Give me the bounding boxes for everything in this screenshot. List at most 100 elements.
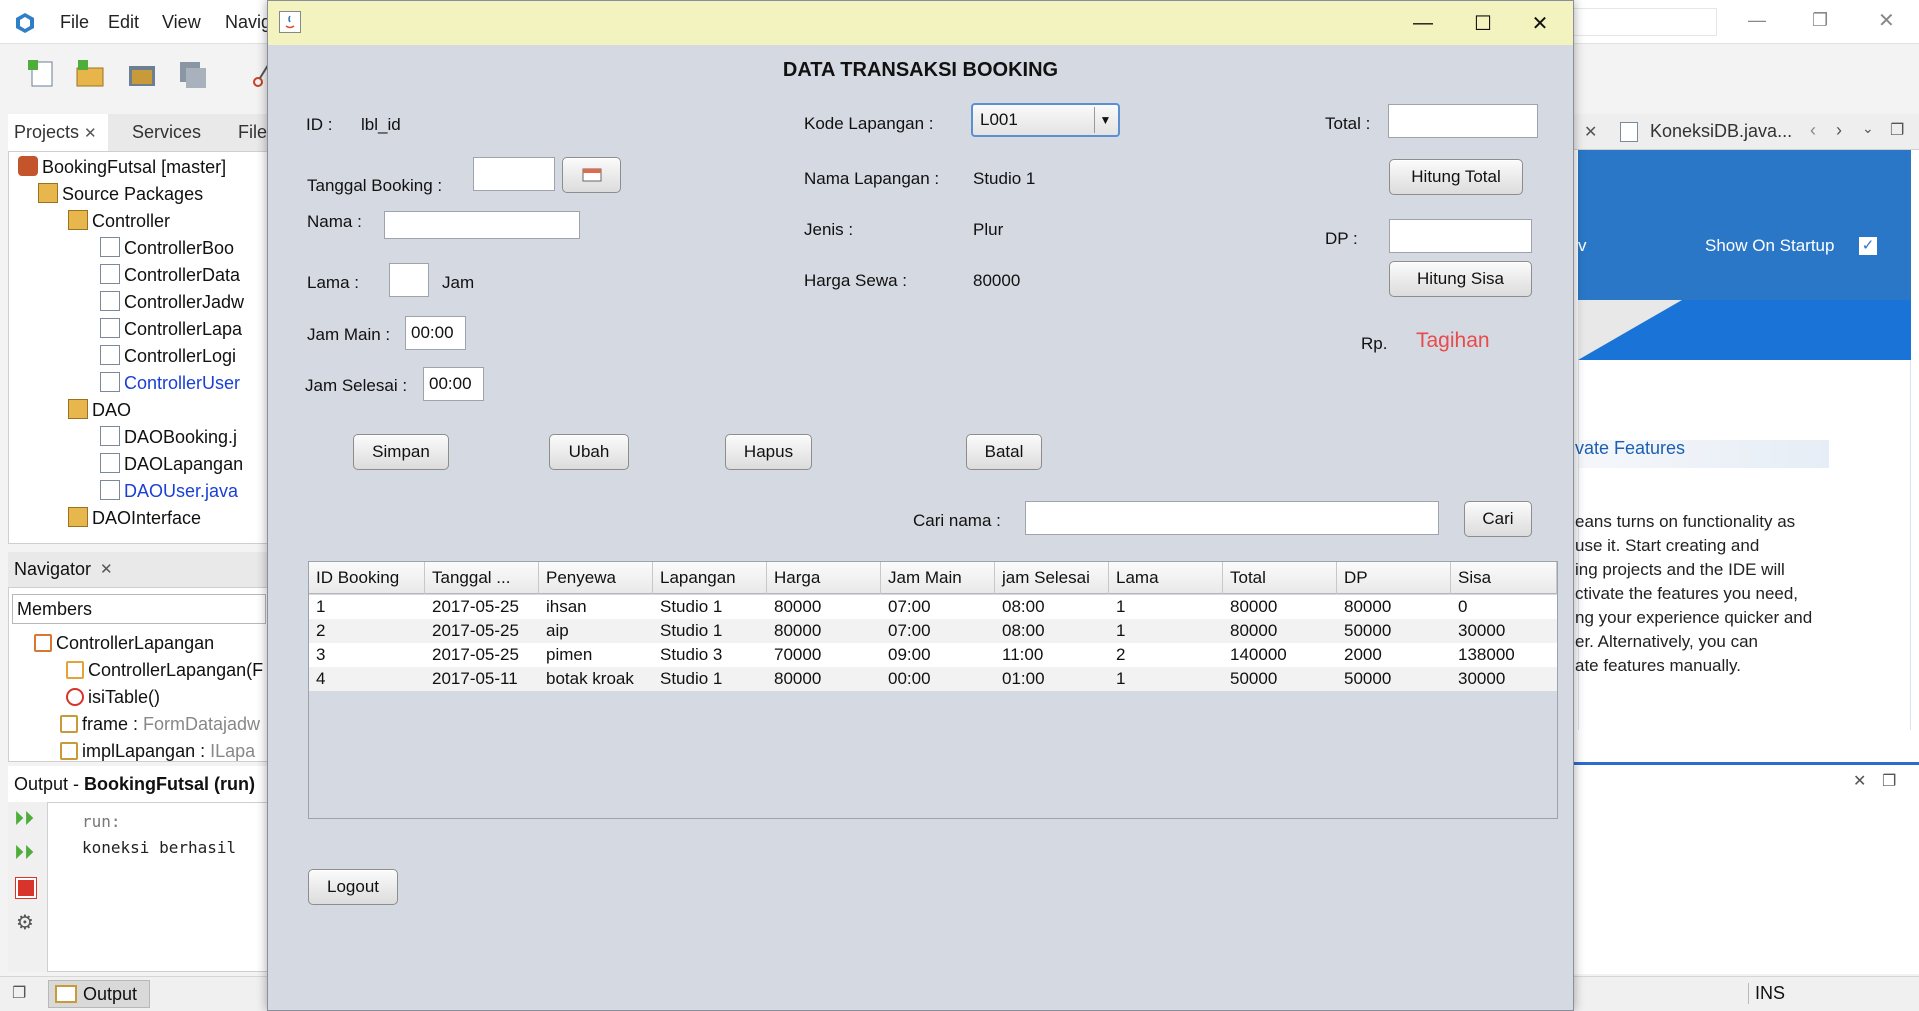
close-icon[interactable]: ✕ [1584,122,1597,142]
table-row[interactable]: 4 2017-05-11 botak kroak Studio 1 80000 00:00… [309,667,1557,691]
output-tab[interactable]: Output [48,980,150,1008]
ide-close-icon[interactable]: ✕ [1878,8,1895,33]
tree-item-label: ControllerLapa [124,319,243,339]
tree-item-label: Controller [92,211,171,231]
column-header[interactable]: Harga [767,562,881,594]
maximize-icon[interactable]: ❐ [1890,120,1904,140]
ubah-button[interactable]: Ubah [549,434,629,470]
column-header[interactable]: Lama [1109,562,1223,594]
tab-projects[interactable]: Projects ✕ [8,114,108,151]
tree-item[interactable]: ControllerData [100,262,240,288]
close-icon[interactable]: ✕ [84,125,97,142]
column-header[interactable]: Tanggal ... [425,562,539,594]
tree-item[interactable]: BookingFutsal [master] [18,154,226,180]
method-icon [66,688,84,706]
menu-edit[interactable]: Edit [108,12,139,33]
open-project-icon[interactable] [126,58,158,90]
close-icon[interactable]: ✕ [1505,1,1575,45]
tab-koneksidb[interactable]: KoneksiDB.java... [1650,121,1792,142]
table-cell: 08:00 [1002,621,1045,640]
chevron-down-icon[interactable]: ▼ [1094,107,1116,133]
table-row[interactable]: 3 2017-05-25 pimen Studio 3 70000 09:00 11:00 2… [309,643,1557,667]
batal-button[interactable]: Batal [966,434,1042,470]
new-project-icon[interactable] [74,58,106,90]
rerun-with-params-icon[interactable]: ⏵⏵ [14,842,34,865]
jam-selesai-input[interactable]: 00:00 [423,367,484,401]
close-icon[interactable]: ✕ [100,560,113,578]
kode-lapangan-select[interactable]: L001 ▼ [971,103,1120,137]
table-cell: 140000 [1230,645,1287,664]
simpan-button[interactable]: Simpan [353,434,449,470]
table-cell: Studio 1 [660,669,723,688]
rerun-icon[interactable]: ⏵⏵ [14,808,34,831]
column-header[interactable]: Penyewa [539,562,653,594]
table-cell: 70000 [774,645,822,664]
column-header[interactable]: Jam Main [881,562,995,594]
navigator-item[interactable]: ControllerLapangan [34,630,214,656]
navigator-item[interactable]: implLapangan : ILapa [60,738,255,764]
column-header[interactable]: DP [1337,562,1451,594]
cari-nama-input[interactable] [1025,501,1439,535]
tree-item[interactable]: DAOInterface [68,505,201,531]
total-input[interactable] [1388,104,1538,138]
ide-search-input[interactable] [1572,8,1717,36]
navigator-title: Navigator [14,559,92,579]
column-header[interactable]: Sisa [1451,562,1557,594]
tree-item[interactable]: DAO [68,397,131,423]
nama-input[interactable] [384,211,580,239]
tree-item[interactable]: DAOUser.java [100,478,238,504]
cari-button[interactable]: Cari [1464,501,1532,537]
logout-button[interactable]: Logout [308,869,398,905]
tree-item[interactable]: DAOLapangan [100,451,243,477]
package-icon [68,210,88,230]
jam-main-input[interactable]: 00:00 [405,316,466,350]
close-icon[interactable]: ✕ [1853,771,1866,791]
table-row[interactable]: 1 2017-05-25 ihsan Studio 1 80000 07:00 08:00 1… [309,595,1557,619]
chevron-right-icon[interactable]: › [1836,120,1842,141]
navigator-item[interactable]: frame : FormDatajadw [60,711,260,737]
chevron-left-icon[interactable]: ‹ [1810,120,1816,141]
column-header[interactable]: Lapangan [653,562,767,594]
stop-icon[interactable] [15,877,37,899]
table-cell: 4 [316,669,326,688]
hitung-sisa-button[interactable]: Hitung Sisa [1389,261,1532,297]
maximize-icon[interactable]: ❐ [1882,771,1896,791]
tree-item[interactable]: Controller [68,208,170,234]
booking-table[interactable]: ID Booking Tanggal ... Penyewa Lapangan Harg… [308,561,1558,819]
column-header[interactable]: Total [1223,562,1337,594]
menu-navigate[interactable]: Navig [225,12,271,33]
tree-item[interactable]: DAOBooking.j [100,424,237,450]
settings-icon[interactable]: ⚙ [16,910,34,935]
menu-file[interactable]: File [60,12,89,33]
tanggal-booking-input[interactable] [473,157,555,191]
tree-item[interactable]: ControllerBoo [100,235,234,261]
date-picker-button[interactable] [562,157,621,193]
menu-view[interactable]: View [162,12,201,33]
start-page-line: ng your experience quicker and [1575,608,1813,627]
save-all-icon[interactable] [176,58,208,90]
column-header[interactable]: jam Selesai [995,562,1109,594]
navigator-item[interactable]: isiTable() [66,684,160,710]
ide-minimize-icon[interactable]: — [1748,10,1766,31]
tree-item[interactable]: ControllerUser [100,370,240,396]
tab-services[interactable]: Services [132,122,201,143]
show-on-startup-checkbox[interactable]: ✓ [1858,236,1878,256]
table-row[interactable]: 2 2017-05-25 aip Studio 1 80000 07:00 08:00 1 80… [309,619,1557,643]
navigator-item[interactable]: ControllerLapangan(F [66,657,263,683]
minimize-panels-icon[interactable]: ❐ [12,983,26,1003]
chevron-down-icon[interactable]: ⌄ [1862,120,1874,137]
tree-item[interactable]: Source Packages [38,181,203,207]
tree-item[interactable]: ControllerJadw [100,289,244,315]
lama-input[interactable] [389,263,429,297]
column-header[interactable]: ID Booking [309,562,425,594]
table-cell: 2017-05-25 [432,597,519,616]
members-select[interactable]: Members [12,594,266,624]
hitung-total-button[interactable]: Hitung Total [1389,159,1523,195]
hapus-button[interactable]: Hapus [725,434,812,470]
tree-item[interactable]: ControllerLapa [100,316,242,342]
dp-input[interactable] [1389,219,1532,253]
new-file-icon[interactable] [26,58,58,90]
output-line: run: [82,812,121,831]
tree-item[interactable]: ControllerLogi [100,343,236,369]
ide-restore-icon[interactable]: ❐ [1812,10,1828,31]
